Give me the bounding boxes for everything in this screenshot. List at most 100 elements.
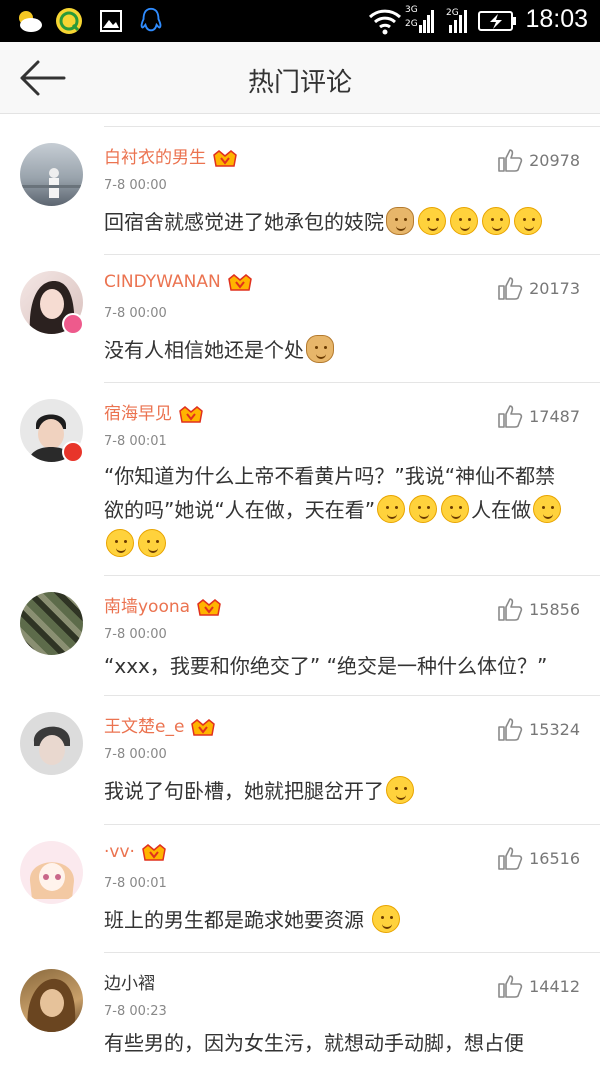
verified-badge-icon — [62, 441, 84, 463]
username[interactable]: 宿海早见 — [104, 399, 204, 425]
username-text[interactable]: 王文楚e_e — [104, 717, 184, 737]
username-text[interactable]: CINDYWANAN — [104, 272, 221, 292]
smirk-emoji-icon — [106, 529, 134, 557]
username[interactable]: 边小褶 — [104, 969, 155, 994]
crown-badge-icon — [227, 274, 252, 291]
like-count: 17487 — [529, 406, 580, 426]
network-type-1: 3G — [405, 5, 418, 15]
crown-badge-icon — [142, 844, 166, 861]
username[interactable]: ·vv· — [104, 841, 167, 863]
smirk-emoji-icon — [514, 207, 542, 235]
comment-item[interactable]: 白衬衣的男生 7-8 00:00 20978 回宿舍就感觉进了她承包的妓院 — [0, 127, 600, 255]
status-bar: 3G 2G 2G 18:03 — [0, 0, 600, 42]
username[interactable]: 王文楚e_e — [104, 712, 216, 738]
doge-emoji-icon — [386, 207, 414, 235]
username[interactable]: 白衬衣的男生 — [104, 143, 238, 169]
comment-item[interactable]: ·vv· 7-8 00:01 16516 班上的男生都是跪求她要资源 — [0, 825, 600, 953]
music-app-icon — [56, 8, 82, 34]
comment-item[interactable]: 宿海早见 7-8 00:01 17487 “你知道为什么上帝不看黄片吗？”我说“… — [0, 383, 600, 576]
like-button[interactable]: 17487 — [497, 403, 580, 431]
like-count: 15324 — [529, 719, 580, 739]
like-count: 14412 — [529, 976, 580, 996]
comment-text: 回宿舍就感觉进了她承包的妓院 — [104, 205, 574, 239]
comment-text-part: 有些男的，因为女生污，就想动手动脚，想占便 — [104, 1031, 524, 1055]
comment-text: 没有人相信她还是个处 — [104, 333, 574, 367]
avatar[interactable] — [20, 712, 83, 775]
laugh-emoji-icon — [441, 495, 470, 523]
like-button[interactable]: 20173 — [497, 275, 580, 303]
comment-text: “你知道为什么上帝不看黄片吗？”我说“神仙不都禁欲的吗”她说“人在做，天在看” 人… — [104, 459, 574, 561]
comment-text-part: 班上的男生都是跪求她要资源 — [104, 908, 364, 932]
comment-item[interactable]: CINDYWANAN 7-8 00:00 20173 没有人相信她还是个处 — [0, 255, 600, 383]
thumbs-up-icon — [498, 847, 523, 870]
username-text[interactable]: ·vv· — [104, 842, 135, 862]
thumbs-up-icon — [498, 975, 523, 998]
like-button[interactable]: 16516 — [497, 845, 580, 873]
smirk-emoji-icon — [450, 207, 478, 235]
thumbs-up-icon — [498, 718, 523, 741]
comment-text-part: 没有人相信她还是个处 — [104, 338, 304, 362]
smirk-emoji-icon — [482, 207, 510, 235]
header-bar: 热门评论 — [0, 42, 600, 114]
like-count: 15856 — [529, 599, 580, 619]
laugh-emoji-icon — [409, 495, 438, 523]
username[interactable]: 南墙yoona — [104, 592, 222, 618]
thumbs-up-icon — [498, 598, 523, 621]
battery-icon — [478, 11, 516, 31]
avatar[interactable] — [20, 592, 83, 655]
comment-time: 7-8 00:01 — [104, 876, 167, 891]
smirk-emoji-icon — [533, 495, 562, 523]
crown-badge-icon — [197, 599, 221, 616]
smirk-emoji-icon — [372, 905, 401, 933]
clock: 18:03 — [525, 5, 588, 33]
thumbs-up-icon — [498, 405, 523, 428]
comment-time: 7-8 00:00 — [104, 306, 167, 321]
comment-text-part: 我说了句卧槽，她就把腿岔开了 — [104, 779, 384, 803]
signal-icon-1 — [419, 10, 434, 33]
doge-emoji-icon — [306, 335, 334, 363]
crown-badge-icon — [213, 150, 237, 167]
username-text[interactable]: 宿海早见 — [104, 404, 172, 424]
crown-badge-icon — [179, 406, 203, 423]
comment-time: 7-8 00:01 — [104, 434, 167, 449]
username-text[interactable]: 边小褶 — [104, 974, 155, 994]
network-type-2: 2G — [405, 19, 418, 29]
smirk-emoji-icon — [418, 207, 446, 235]
like-button[interactable]: 15324 — [497, 716, 580, 744]
comment-text: 班上的男生都是跪求她要资源 — [104, 903, 574, 937]
comment-time: 7-8 00:00 — [104, 627, 167, 642]
like-count: 16516 — [529, 848, 580, 868]
qq-icon — [140, 7, 162, 32]
thumbs-up-icon — [498, 277, 523, 300]
comment-item[interactable]: 边小褶 7-8 00:23 14412 有些男的，因为女生污，就想动手动脚，想占… — [0, 953, 600, 1067]
comment-text: 我说了句卧槽，她就把腿岔开了 — [104, 774, 574, 808]
comment-text-part: 回宿舍就感觉进了她承包的妓院 — [104, 210, 384, 234]
avatar[interactable] — [20, 143, 83, 206]
gallery-icon — [100, 10, 122, 32]
comment-text: “xxx，我要和你绝交了” “绝交是一种什么体位？” — [104, 649, 584, 683]
username[interactable]: CINDYWANAN — [104, 271, 253, 293]
wifi-icon — [368, 9, 402, 35]
like-button[interactable]: 14412 — [497, 973, 580, 1001]
like-button[interactable]: 20978 — [497, 147, 580, 175]
avatar[interactable] — [20, 841, 83, 904]
crown-badge-icon — [191, 719, 216, 736]
comment-text-part: “xxx，我要和你绝交了” “绝交是一种什么体位？” — [104, 654, 548, 678]
thumbs-up-icon — [498, 149, 523, 172]
like-button[interactable]: 15856 — [497, 596, 580, 624]
comment-list[interactable]: 白衬衣的男生 7-8 00:00 20978 回宿舍就感觉进了她承包的妓院 CI… — [0, 114, 600, 1067]
smirk-emoji-icon — [138, 529, 166, 557]
comment-item[interactable]: 王文楚e_e 7-8 00:00 15324 我说了句卧槽，她就把腿岔开了 — [0, 696, 600, 825]
comment-time: 7-8 00:00 — [104, 747, 167, 762]
verified-badge-icon — [62, 313, 84, 335]
page-title: 热门评论 — [247, 68, 352, 98]
avatar[interactable] — [20, 969, 83, 1032]
comment-text-part: 人在做 — [471, 498, 532, 522]
comment-time: 7-8 00:23 — [104, 1004, 167, 1019]
like-count: 20173 — [529, 278, 580, 298]
username-text[interactable]: 南墙yoona — [104, 597, 190, 617]
laugh-emoji-icon — [377, 495, 406, 523]
comment-item[interactable]: 南墙yoona 7-8 00:00 15856 “xxx，我要和你绝交了” “绝… — [0, 576, 600, 696]
comment-time: 7-8 00:00 — [104, 178, 167, 193]
username-text[interactable]: 白衬衣的男生 — [104, 148, 206, 168]
